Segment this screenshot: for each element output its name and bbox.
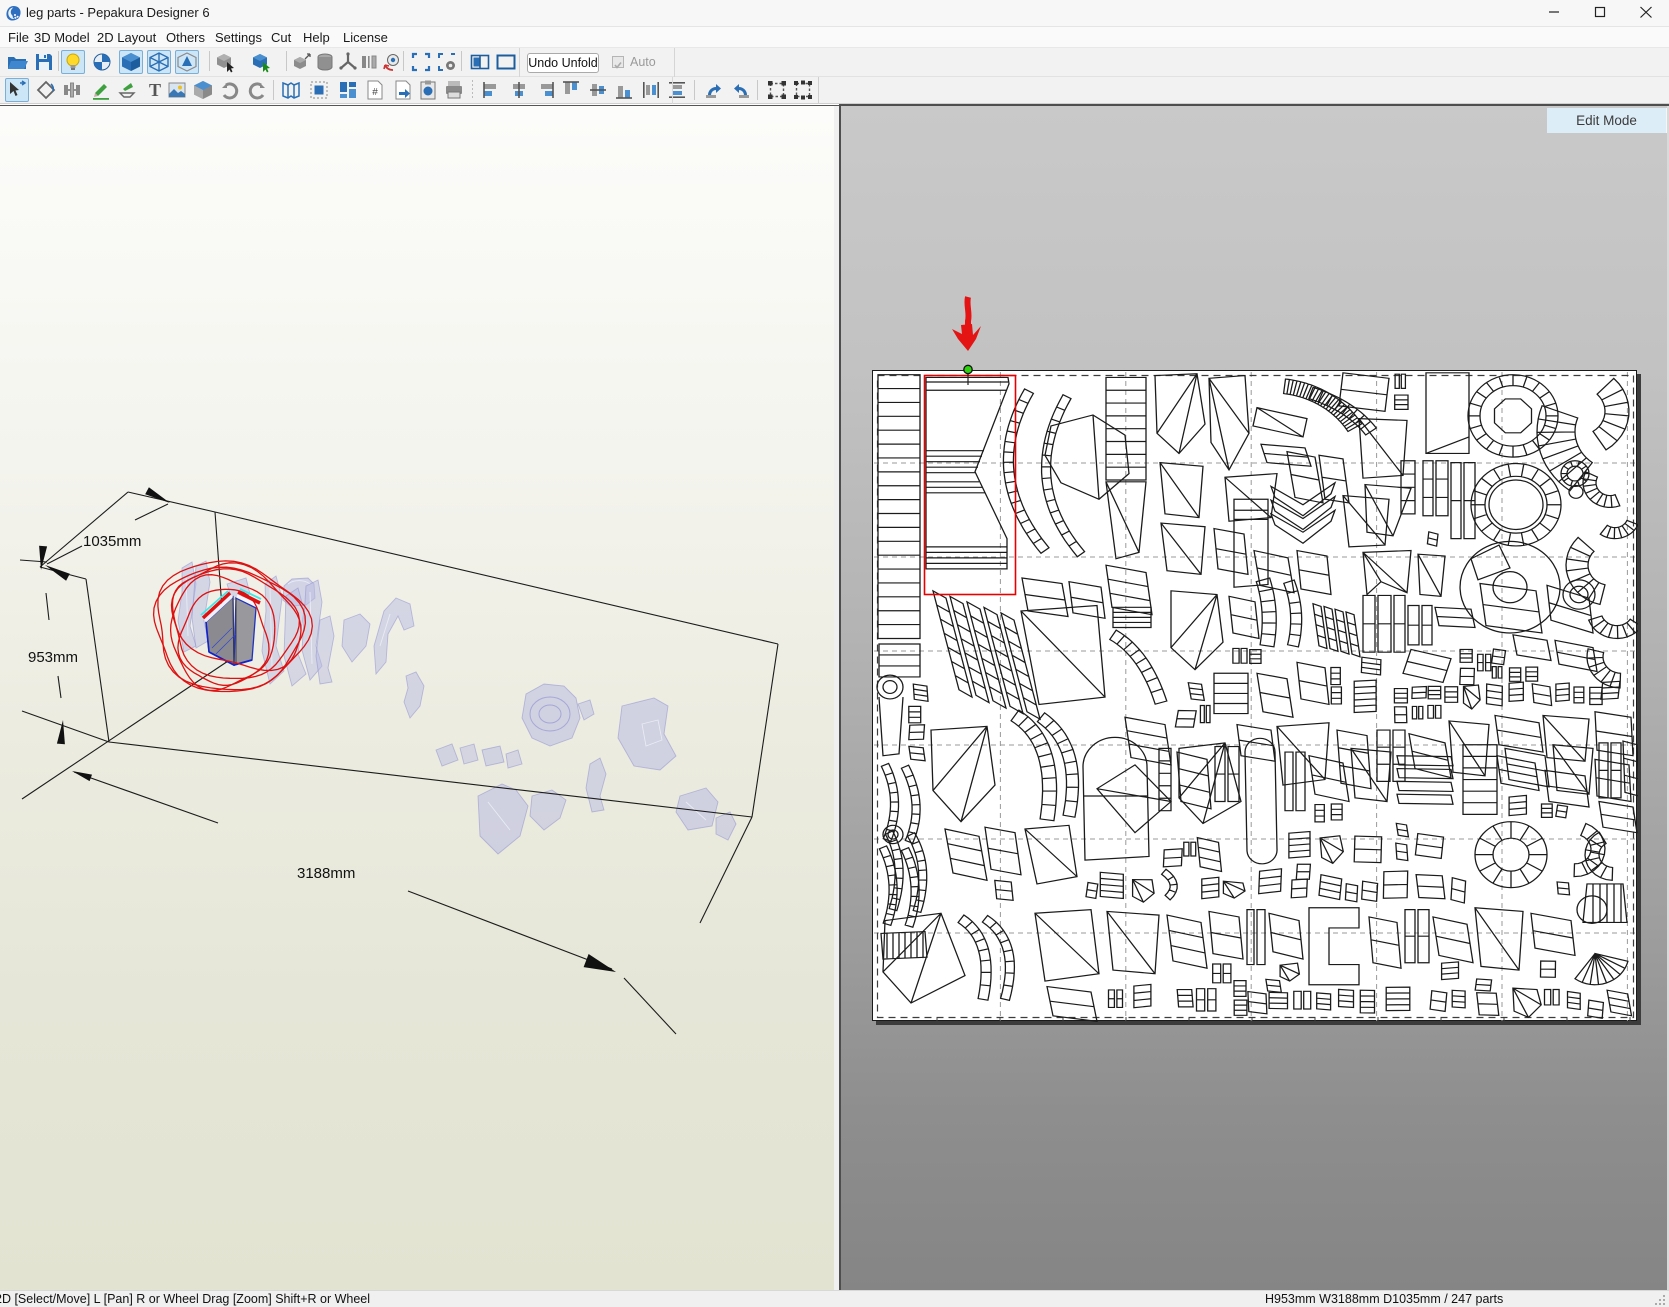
svg-text:1035mm: 1035mm [83, 533, 141, 550]
svg-text:#: # [372, 87, 378, 98]
svg-text:T: T [149, 80, 161, 100]
svg-text:953mm: 953mm [28, 649, 78, 666]
svg-text:3188mm: 3188mm [297, 865, 355, 882]
